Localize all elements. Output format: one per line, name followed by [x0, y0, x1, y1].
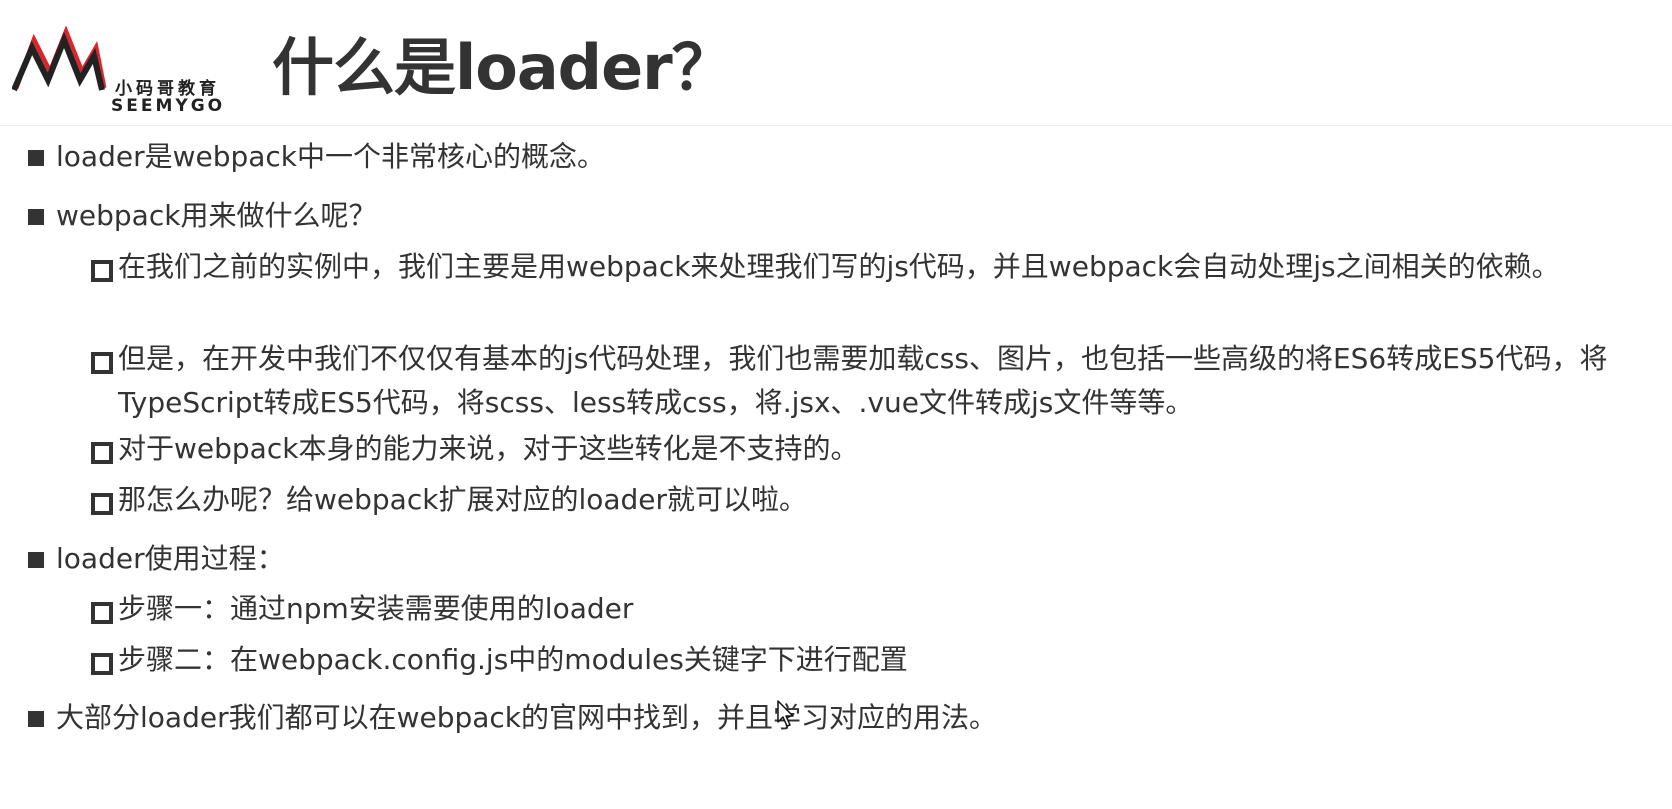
bullet-text: loader使用过程： — [56, 542, 285, 575]
logo-english-name: SEEMYGO — [111, 96, 226, 116]
hollow-square-bullet-icon — [91, 653, 113, 675]
sub-bullet-text: 对于webpack本身的能力来说，对于这些转化是不支持的。 — [118, 432, 859, 465]
hollow-square-bullet-icon — [91, 493, 113, 515]
slide-body: loader是webpack中一个非常核心的概念。 webpack用来做什么呢？… — [0, 126, 1672, 809]
sub-bullet-text: 但是，在开发中我们不仅仅有基本的js代码处理，我们也需要加载css、图片，也包括… — [118, 342, 1608, 419]
filled-square-bullet-icon — [28, 150, 44, 166]
bullet-text: loader是webpack中一个非常核心的概念。 — [56, 140, 606, 173]
filled-square-bullet-icon — [28, 552, 44, 568]
bullet-text: 大部分loader我们都可以在webpack的官网中找到，并且学习对应的用法。 — [56, 701, 998, 734]
slide-header: 小码哥教育 SEEMYGO 什么是loader？ — [0, 0, 1672, 125]
hollow-square-bullet-icon — [91, 442, 113, 464]
sub-bullet-text: 步骤二：在webpack.config.js中的modules关键字下进行配置 — [118, 643, 908, 676]
logo-mark-icon — [12, 26, 107, 92]
brand-logo: 小码哥教育 SEEMYGO — [12, 26, 232, 116]
filled-square-bullet-icon — [28, 711, 44, 727]
filled-square-bullet-icon — [28, 209, 44, 225]
hollow-square-bullet-icon — [91, 352, 113, 374]
bullet-text: webpack用来做什么呢？ — [56, 199, 377, 232]
sub-bullet-text: 那怎么办呢？给webpack扩展对应的loader就可以啦。 — [118, 483, 808, 516]
sub-bullet-text: 步骤一：通过npm安装需要使用的loader — [118, 592, 634, 625]
hollow-square-bullet-icon — [91, 602, 113, 624]
sub-bullet-text: 在我们之前的实例中，我们主要是用webpack来处理我们写的js代码，并且web… — [118, 250, 1560, 283]
slide-title: 什么是loader？ — [272, 31, 734, 104]
hollow-square-bullet-icon — [91, 260, 113, 282]
mouse-cursor-icon — [777, 700, 794, 727]
